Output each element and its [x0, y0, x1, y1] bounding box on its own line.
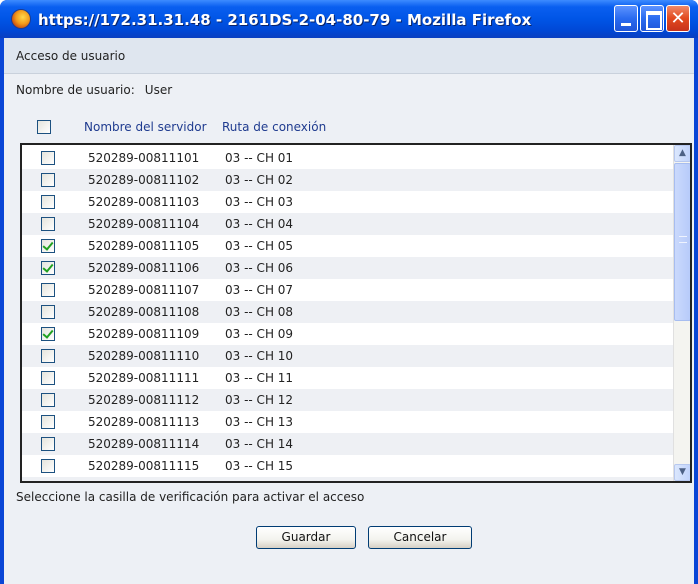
close-icon: ✕: [670, 8, 686, 29]
server-name: 520289-00811101: [88, 151, 200, 165]
table-row[interactable]: 520289-00811114 03 -- CH 14: [22, 433, 674, 455]
connection-path: 03 -- CH 10: [225, 349, 294, 363]
title-bar[interactable]: https://172.31.31.48 - 2161DS-2-04-80-79…: [0, 0, 698, 38]
table-row[interactable]: 520289-00811106 03 -- CH 06: [22, 257, 674, 279]
scrollbar-thumb[interactable]: [674, 163, 690, 321]
user-value: User: [144, 83, 173, 97]
server-name: 520289-00811106: [88, 261, 200, 275]
connection-path: 03 -- CH 04: [225, 217, 294, 231]
server-name: 520289-00811111: [88, 371, 200, 385]
hint-text: Seleccione la casilla de verificación pa…: [16, 490, 365, 504]
row-checkbox[interactable]: [41, 239, 55, 253]
server-name: 520289-00811105: [88, 239, 200, 253]
row-checkbox[interactable]: [41, 415, 55, 429]
table-row[interactable]: 520289-00811112 03 -- CH 12: [22, 389, 674, 411]
server-name: 520289-00811108: [88, 305, 200, 319]
page-title: Acceso de usuario: [16, 49, 126, 63]
vertical-scrollbar[interactable]: ▲ ▼: [673, 145, 690, 481]
connection-path: 03 -- CH 12: [225, 393, 294, 407]
table-row[interactable]: [22, 477, 674, 483]
user-label: Nombre de usuario:: [16, 83, 135, 97]
grip-icon: [679, 236, 687, 243]
firefox-icon: [11, 9, 31, 29]
dialog-body: Acceso de usuario Nombre de usuario: User…: [4, 38, 694, 584]
minimize-button[interactable]: [614, 5, 638, 32]
table-row[interactable]: 520289-00811107 03 -- CH 07: [22, 279, 674, 301]
column-header-path[interactable]: Ruta de conexión: [222, 120, 326, 134]
row-checkbox[interactable]: [41, 393, 55, 407]
scroll-up-button[interactable]: ▲: [674, 145, 690, 162]
server-list: 520289-00811101 03 -- CH 01 520289-0081110…: [20, 143, 692, 483]
row-checkbox[interactable]: [41, 195, 55, 209]
row-checkbox[interactable]: [41, 481, 55, 483]
column-header-server[interactable]: Nombre del servidor: [84, 120, 207, 134]
connection-path: 03 -- CH 13: [225, 415, 294, 429]
server-name: 520289-00811110: [88, 349, 200, 363]
select-all-checkbox[interactable]: [37, 120, 51, 134]
table-row[interactable]: 520289-00811111 03 -- CH 11: [22, 367, 674, 389]
server-name: 520289-00811107: [88, 283, 200, 297]
server-name: 520289-00811104: [88, 217, 200, 231]
row-checkbox[interactable]: [41, 437, 55, 451]
connection-path: 03 -- CH 07: [225, 283, 294, 297]
row-checkbox[interactable]: [41, 327, 55, 341]
server-name: 520289-00811114: [88, 437, 200, 451]
server-name: 520289-00811115: [88, 459, 200, 473]
scroll-down-button[interactable]: ▼: [674, 464, 690, 481]
window-title: https://172.31.31.48 - 2161DS-2-04-80-79…: [38, 11, 532, 29]
row-checkbox[interactable]: [41, 459, 55, 473]
table-row[interactable]: 520289-00811104 03 -- CH 04: [22, 213, 674, 235]
save-button[interactable]: Guardar: [256, 526, 356, 549]
connection-path: 03 -- CH 02: [225, 173, 294, 187]
close-button[interactable]: ✕: [666, 5, 690, 32]
connection-path: 03 -- CH 09: [225, 327, 294, 341]
connection-path: 03 -- CH 05: [225, 239, 294, 253]
server-name: 520289-00811113: [88, 415, 200, 429]
connection-path: 03 -- CH 06: [225, 261, 294, 275]
connection-path: 03 -- CH 15: [225, 459, 294, 473]
connection-path: 03 -- CH 11: [225, 371, 294, 385]
table-row[interactable]: 520289-00811102 03 -- CH 02: [22, 169, 674, 191]
user-line: Nombre de usuario: User: [16, 83, 172, 97]
row-checkbox[interactable]: [41, 371, 55, 385]
row-checkbox[interactable]: [41, 261, 55, 275]
table-row[interactable]: 520289-00811103 03 -- CH 03: [22, 191, 674, 213]
table-row[interactable]: 520289-00811110 03 -- CH 10: [22, 345, 674, 367]
table-row[interactable]: 520289-00811105 03 -- CH 05: [22, 235, 674, 257]
row-checkbox[interactable]: [41, 173, 55, 187]
row-checkbox[interactable]: [41, 217, 55, 231]
table-row[interactable]: 520289-00811113 03 -- CH 13: [22, 411, 674, 433]
row-checkbox[interactable]: [41, 305, 55, 319]
table-row[interactable]: 520289-00811108 03 -- CH 08: [22, 301, 674, 323]
row-checkbox[interactable]: [41, 283, 55, 297]
connection-path: 03 -- CH 08: [225, 305, 294, 319]
table-row[interactable]: 520289-00811109 03 -- CH 09: [22, 323, 674, 345]
row-checkbox[interactable]: [41, 151, 55, 165]
table-row[interactable]: 520289-00811101 03 -- CH 01: [22, 147, 674, 169]
server-name: 520289-00811103: [88, 195, 200, 209]
connection-path: 03 -- CH 01: [225, 151, 294, 165]
cancel-button[interactable]: Cancelar: [368, 526, 472, 549]
server-name: 520289-00811102: [88, 173, 200, 187]
server-name: 520289-00811109: [88, 327, 200, 341]
maximize-button[interactable]: [640, 5, 664, 32]
connection-path: 03 -- CH 03: [225, 195, 294, 209]
row-checkbox[interactable]: [41, 349, 55, 363]
table-row[interactable]: 520289-00811115 03 -- CH 15: [22, 455, 674, 477]
browser-window: https://172.31.31.48 - 2161DS-2-04-80-79…: [0, 0, 698, 584]
connection-path: 03 -- CH 14: [225, 437, 294, 451]
header-band: Acceso de usuario: [4, 38, 694, 74]
server-name: 520289-00811112: [88, 393, 200, 407]
